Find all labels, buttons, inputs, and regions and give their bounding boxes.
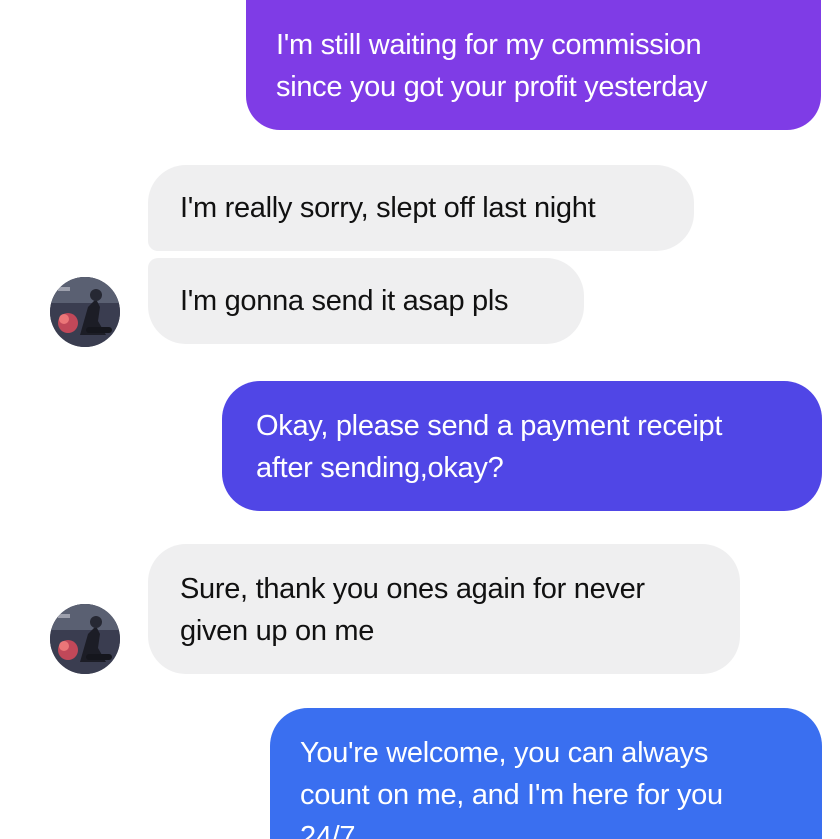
message-bubble-outgoing[interactable]: Okay, please send a payment receipt afte…: [222, 381, 822, 511]
message-text: Okay, please send a payment receipt: [256, 410, 723, 442]
message-bubble-outgoing[interactable]: You're welcome, you can always count on …: [270, 708, 822, 839]
message-bubble-incoming[interactable]: Sure, thank you ones again for never giv…: [148, 544, 740, 674]
message-text: given up on me: [180, 615, 375, 647]
contact-avatar-icon[interactable]: [50, 277, 120, 347]
message-text: after sending,okay?: [256, 452, 504, 484]
message-text: I'm really sorry, slept off last night: [180, 192, 596, 224]
contact-avatar-icon[interactable]: [50, 604, 120, 674]
message-text: I'm still waiting for my commission: [276, 29, 702, 61]
message-text: Sure, thank you ones again for never: [180, 573, 645, 605]
message-text: I'm gonna send it asap pls: [180, 285, 509, 317]
message-text: 24/7: [300, 821, 356, 839]
message-bubble-incoming[interactable]: I'm really sorry, slept off last night: [148, 165, 694, 251]
message-text: count on me, and I'm here for you: [300, 779, 723, 811]
message-text: You're welcome, you can always: [300, 737, 709, 769]
message-text: since you got your profit yesterday: [276, 71, 708, 103]
message-bubble-outgoing[interactable]: I'm still waiting for my commission sinc…: [246, 0, 821, 130]
message-bubble-incoming[interactable]: I'm gonna send it asap pls: [148, 258, 584, 344]
